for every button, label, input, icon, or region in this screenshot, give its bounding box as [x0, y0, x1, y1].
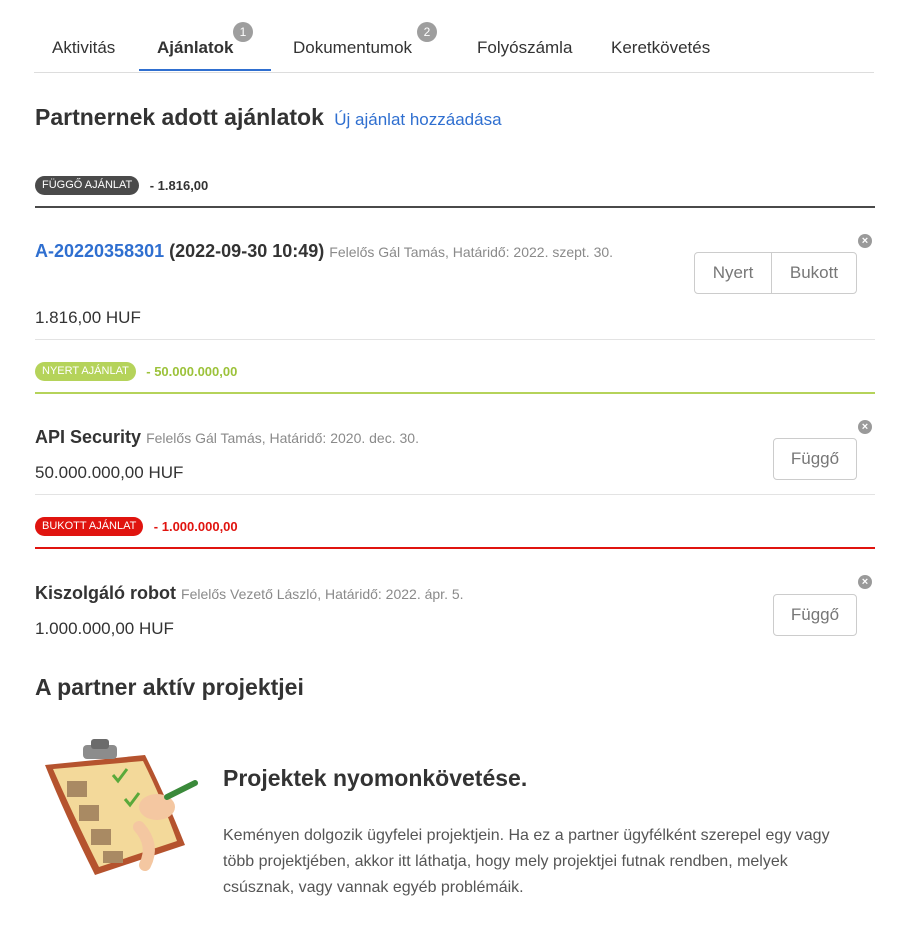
offer-amount: 1.816,00 HUF: [35, 308, 141, 327]
page-title: Partnernek adott ajánlatok Új ajánlat ho…: [35, 104, 502, 131]
offer-amount: 1.000.000,00 HUF: [35, 619, 174, 638]
group-sum-won: - 50.000.000,00: [146, 364, 238, 379]
group-divider-won: [35, 392, 875, 394]
pending-button[interactable]: Függő: [773, 594, 857, 636]
tab-dokumentumok-badge: 2: [417, 22, 437, 42]
tab-ajanlatok-badge: 1: [233, 22, 253, 42]
group-sum-lost: - 1.000.000,00: [153, 519, 238, 534]
offer-meta: Felelős Vezető László, Határidő: 2022. á…: [181, 586, 464, 602]
active-tab-indicator: [139, 69, 271, 71]
tab-folyoszamla[interactable]: Folyószámla: [477, 38, 572, 58]
offer-code-link[interactable]: A-20220358301: [35, 241, 164, 261]
pending-button[interactable]: Függő: [773, 438, 857, 480]
add-offer-link[interactable]: Új ajánlat hozzáadása: [334, 110, 501, 129]
group-divider-pending: [35, 206, 875, 208]
status-badge-lost: BUKOTT AJÁNLAT: [35, 517, 144, 536]
close-icon[interactable]: ×: [858, 575, 872, 589]
close-icon[interactable]: ×: [858, 234, 872, 248]
offer-meta: Felelős Gál Tamás, Határidő: 2022. szept…: [329, 244, 614, 260]
offer-meta: Felelős Gál Tamás, Határidő: 2020. dec. …: [146, 430, 419, 446]
offer-title-won: API Security Felelős Gál Tamás, Határidő…: [35, 422, 675, 453]
offer-date: (2022-09-30 10:49): [169, 241, 325, 261]
status-badge-won: NYERT AJÁNLAT: [35, 362, 136, 381]
offer-amount: 50.000.000,00 HUF: [35, 463, 184, 482]
status-badge-pending: FÜGGŐ AJÁNLAT: [35, 176, 140, 195]
offer-name: Kiszolgáló robot: [35, 583, 176, 603]
projects-heading: A partner aktív projektjei: [35, 674, 304, 700]
offer-name: API Security: [35, 427, 142, 447]
offer-title-lost: Kiszolgáló robot Felelős Vezető László, …: [35, 578, 675, 609]
projects-title: Projektek nyomonkövetése.: [223, 765, 528, 791]
group-header-won: NYERT AJÁNLAT - 50.000.000,00: [35, 362, 875, 384]
page-title-text: Partnernek adott ajánlatok: [35, 104, 324, 130]
projects-description: Keményen dolgozik ügyfelei projektjein. …: [223, 827, 830, 896]
tab-bar: Aktivitás Ajánlatok 1 Dokumentumok 2 Fol…: [34, 0, 874, 73]
group-divider-lost: [35, 547, 875, 549]
clipboard-checklist-illustration: [35, 735, 205, 890]
won-button[interactable]: Nyert: [694, 252, 772, 294]
close-icon[interactable]: ×: [858, 420, 872, 434]
tab-dokumentumok[interactable]: Dokumentumok: [293, 38, 412, 58]
offer-title-pending: A-20220358301 (2022-09-30 10:49) Felelős…: [35, 236, 675, 267]
lost-button[interactable]: Bukott: [771, 252, 857, 294]
group-header-lost: BUKOTT AJÁNLAT - 1.000.000,00: [35, 517, 875, 539]
group-header-pending: FÜGGŐ AJÁNLAT - 1.816,00: [35, 176, 875, 198]
row-divider: [35, 339, 875, 340]
row-divider: [35, 494, 875, 495]
group-sum-pending: - 1.816,00: [149, 178, 209, 193]
tab-ajanlatok[interactable]: Ajánlatok: [157, 38, 234, 58]
tab-aktivitas[interactable]: Aktivitás: [52, 38, 115, 58]
tab-keretkovetes[interactable]: Keretkövetés: [611, 38, 710, 58]
